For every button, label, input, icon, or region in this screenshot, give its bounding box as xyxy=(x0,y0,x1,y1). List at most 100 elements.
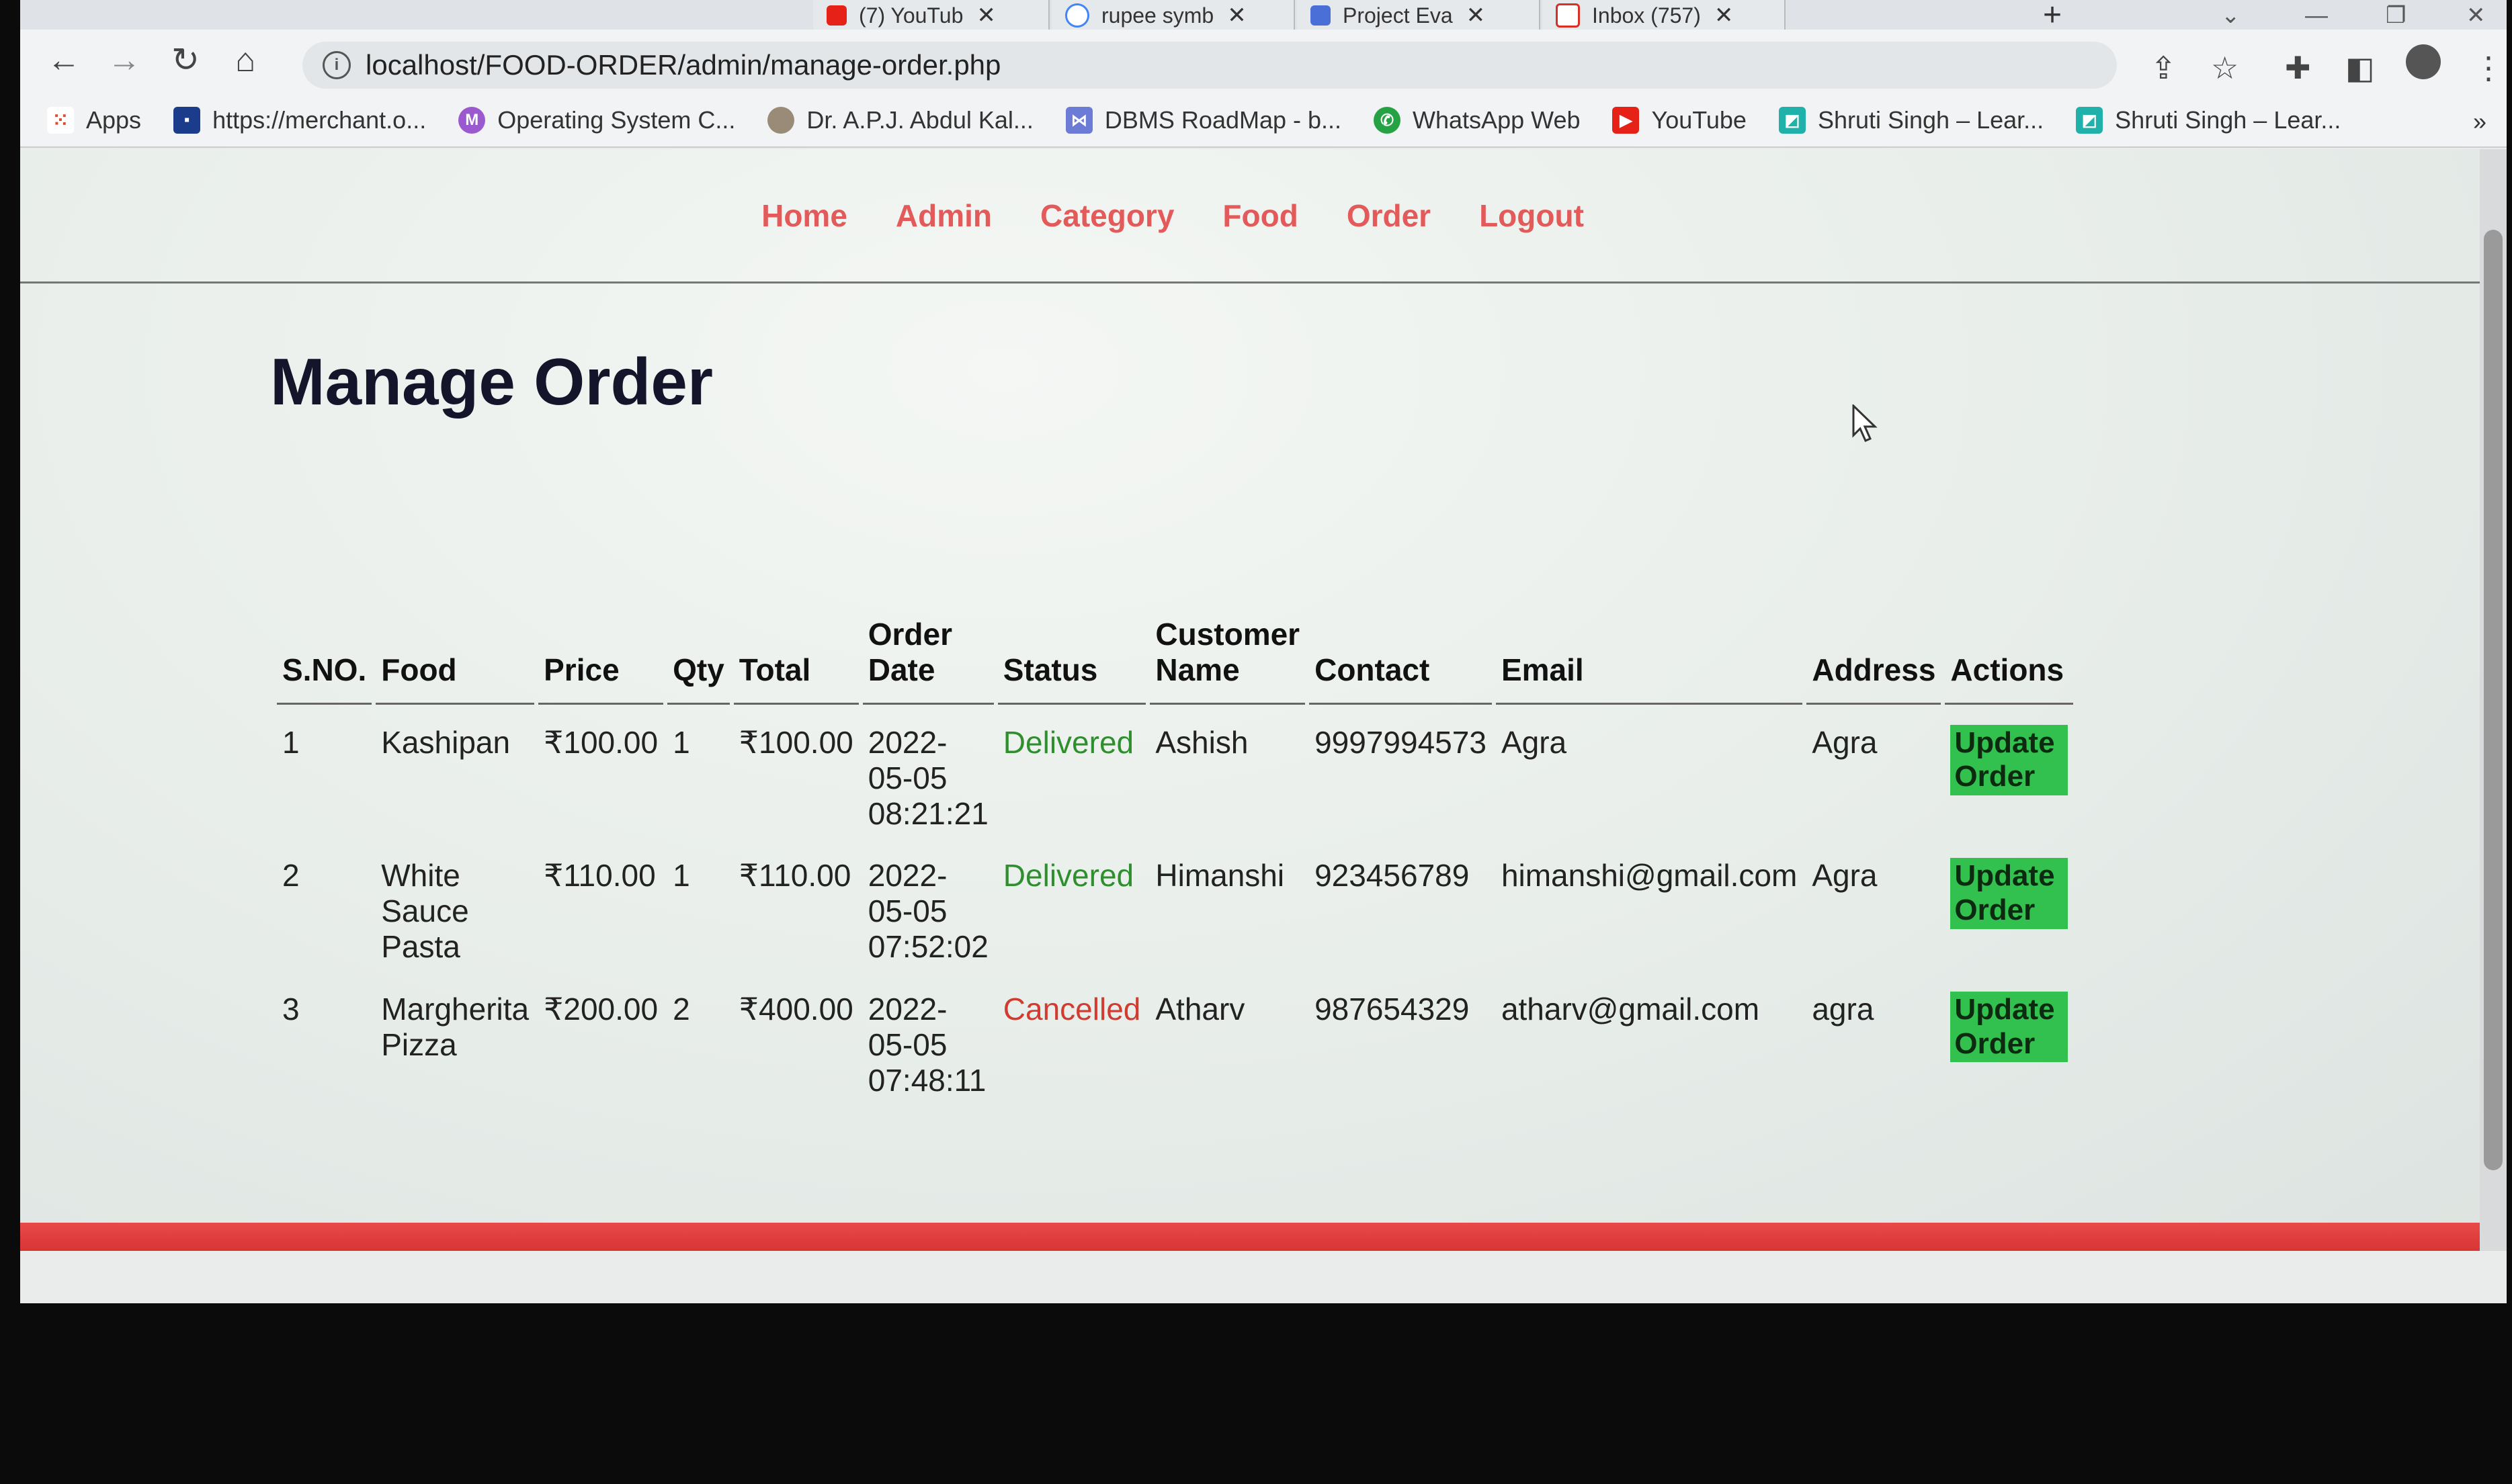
bookmark-apps[interactable]: ⁙ Apps xyxy=(47,106,141,134)
back-icon[interactable]: ← xyxy=(47,40,81,79)
bookmark-star-icon[interactable]: ☆ xyxy=(2211,50,2238,86)
new-tab-icon[interactable]: + xyxy=(2043,0,2062,32)
cell-food: White Sauce Pasta xyxy=(381,858,469,965)
cell-price: ₹110.00 xyxy=(544,858,656,893)
cell-contact: 923456789 xyxy=(1314,858,1470,893)
footer-bar xyxy=(20,1223,2480,1251)
update-order-button[interactable]: Update Order xyxy=(1950,858,2068,929)
tab-rupee-symbol[interactable]: rupee symb ✕ xyxy=(1052,0,1295,31)
bookmark-label: YouTube xyxy=(1651,106,1747,134)
address-bar[interactable]: i localhost/FOOD-ORDER/admin/manage-orde… xyxy=(302,42,2117,89)
scrollbar-thumb[interactable] xyxy=(2484,230,2503,1170)
roadmap-icon: ⋈ xyxy=(1065,107,1093,134)
nav-food[interactable]: Food xyxy=(1222,198,1298,234)
extensions-icon[interactable]: ✚ xyxy=(2285,50,2311,86)
more-bookmarks-icon[interactable]: » xyxy=(2473,107,2486,136)
google-icon xyxy=(1065,3,1089,28)
bookmark-merchant[interactable]: ▪ https://merchant.o... xyxy=(173,106,426,134)
tab-search-icon[interactable]: ⌄ xyxy=(2221,0,2241,31)
bookmark-label: Shruti Singh – Lear... xyxy=(1817,106,2044,134)
side-panel-icon[interactable]: ◧ xyxy=(2345,50,2374,86)
home-icon[interactable]: ⌂ xyxy=(235,40,255,79)
bookmark-youtube[interactable]: ▶ YouTube xyxy=(1612,106,1747,134)
youtube-icon: ▶ xyxy=(1612,107,1640,134)
tab-label: Project Eva xyxy=(1343,3,1453,28)
close-icon[interactable]: ✕ xyxy=(976,2,996,29)
bookmark-whatsapp[interactable]: ✆ WhatsApp Web xyxy=(1374,106,1580,134)
bookmarks-bar: ⁙ Apps ▪ https://merchant.o... M Operati… xyxy=(20,94,2507,148)
profile-avatar-icon[interactable] xyxy=(2406,44,2441,79)
cell-address: Agra xyxy=(1812,724,1878,760)
col-order-date: Order Date xyxy=(862,613,994,705)
minimize-icon[interactable]: — xyxy=(2305,0,2328,31)
restore-icon[interactable]: ❐ xyxy=(2386,0,2406,31)
cell-sno: 3 xyxy=(282,992,300,1027)
cell-order-date: 2022-05-05 07:52:02 xyxy=(868,858,989,965)
reload-icon[interactable]: ↻ xyxy=(171,40,200,79)
tab-label: Inbox (757) xyxy=(1592,3,1701,28)
bookmark-site-icon: ◩ xyxy=(2076,107,2103,134)
portrait-icon xyxy=(767,107,795,134)
cell-total: ₹400.00 xyxy=(739,992,853,1027)
cell-total: ₹110.00 xyxy=(739,858,851,893)
tab-project-eval[interactable]: Project Eva ✕ xyxy=(1297,0,1540,31)
cell-price: ₹200.00 xyxy=(544,992,659,1027)
cell-sno: 2 xyxy=(282,858,300,893)
col-customer-name: Customer Name xyxy=(1150,613,1306,705)
table-header-row: S.NO. Food Price Qty Total Order Date St… xyxy=(277,613,2074,705)
nav-home[interactable]: Home xyxy=(761,198,847,234)
cell-actions: Update Order xyxy=(1945,971,2073,1105)
close-icon[interactable]: ✕ xyxy=(1714,2,1734,29)
bookmark-label: Operating System C... xyxy=(497,106,736,134)
menu-icon[interactable]: ⋮ xyxy=(2473,50,2504,86)
page-title: Manage Order xyxy=(270,345,713,419)
cell-email: atharv@gmail.com xyxy=(1501,992,1760,1027)
update-order-button[interactable]: Update Order xyxy=(1950,724,2068,795)
bookmark-site-icon: ◩ xyxy=(1778,107,1806,134)
forward-icon[interactable]: → xyxy=(108,40,141,79)
close-window-icon[interactable]: ✕ xyxy=(2466,0,2486,31)
tab-label: (7) YouTub xyxy=(859,3,964,28)
site-info-icon[interactable]: i xyxy=(323,51,351,79)
nav-logout[interactable]: Logout xyxy=(1479,198,1584,234)
cell-order-date: 2022-05-05 08:21:21 xyxy=(868,724,989,831)
browser-toolbar: ← → ↻ ⌂ i localhost/FOOD-ORDER/admin/man… xyxy=(20,30,2507,97)
update-order-button[interactable]: Update Order xyxy=(1950,992,2068,1063)
cell-actions: Update Order xyxy=(1945,705,2073,838)
cell-qty: 2 xyxy=(673,992,690,1027)
bookmark-dbms[interactable]: ⋈ DBMS RoadMap - b... xyxy=(1065,106,1341,134)
share-icon[interactable]: ⇪ xyxy=(2150,50,2177,86)
cell-customer-name: Atharv xyxy=(1155,992,1245,1027)
vertical-scrollbar[interactable] xyxy=(2480,149,2507,1251)
bookmark-shruti-2[interactable]: ◩ Shruti Singh – Lear... xyxy=(2076,106,2341,134)
cell-qty: 1 xyxy=(673,724,690,760)
close-icon[interactable]: ✕ xyxy=(1227,2,1247,29)
bookmark-operating-system[interactable]: M Operating System C... xyxy=(458,106,735,134)
col-actions: Actions xyxy=(1945,613,2074,705)
bookmark-label: https://merchant.o... xyxy=(212,106,427,134)
cell-address: Agra xyxy=(1812,858,1878,893)
nav-admin[interactable]: Admin xyxy=(896,198,992,234)
table-row: 1 Kashipan ₹100.00 1 ₹100.00 2022-05-05 … xyxy=(277,705,2073,838)
bookmark-label: Shruti Singh – Lear... xyxy=(2115,106,2341,134)
tab-gmail-inbox[interactable]: Inbox (757) ✕ xyxy=(1542,0,1786,31)
col-email: Email xyxy=(1495,613,1803,705)
url-text[interactable]: localhost/FOOD-ORDER/admin/manage-order.… xyxy=(366,49,1001,81)
cell-contact: 9997994573 xyxy=(1314,724,1487,760)
browser-window: (7) YouTub ✕ rupee symb ✕ Project Eva ✕ … xyxy=(20,0,2507,1303)
table-row: 2 White Sauce Pasta ₹110.00 1 ₹110.00 20… xyxy=(277,838,2073,971)
cell-sno: 1 xyxy=(282,724,300,760)
bookmark-apj[interactable]: Dr. A.P.J. Abdul Kal... xyxy=(767,106,1034,134)
main-menu: Home Admin Category Food Order Logout xyxy=(20,149,2480,283)
bookmark-shruti-1[interactable]: ◩ Shruti Singh – Lear... xyxy=(1778,106,2044,134)
nav-order[interactable]: Order xyxy=(1347,198,1431,234)
cell-contact: 987654329 xyxy=(1314,992,1470,1027)
cell-status: Delivered xyxy=(1003,858,1134,893)
col-sno: S.NO. xyxy=(277,613,372,705)
cell-address: agra xyxy=(1812,992,1874,1027)
m-letter-icon: M xyxy=(458,107,486,134)
cell-email: himanshi@gmail.com xyxy=(1501,858,1798,893)
close-icon[interactable]: ✕ xyxy=(1466,2,1486,29)
nav-category[interactable]: Category xyxy=(1040,198,1174,234)
tab-youtube[interactable]: (7) YouTub ✕ xyxy=(813,0,1050,31)
